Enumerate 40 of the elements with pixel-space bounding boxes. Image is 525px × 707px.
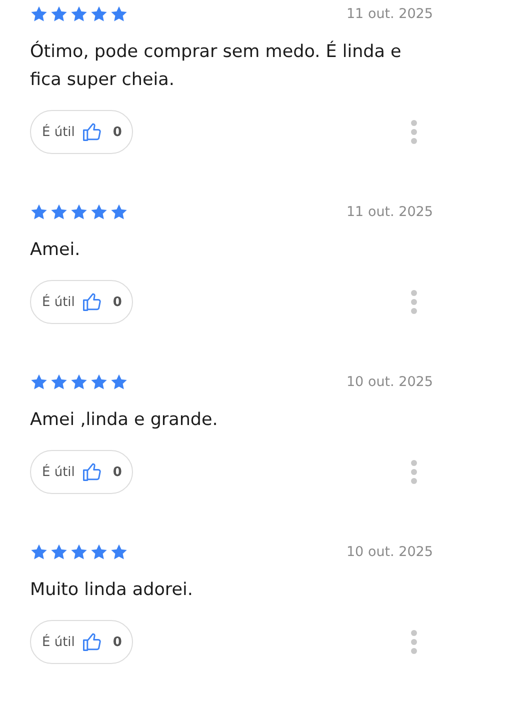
review-date: 10 out. 2025 <box>346 544 433 560</box>
star-icon <box>90 5 108 23</box>
star-icon <box>30 543 48 561</box>
thumbs-up-icon <box>80 121 103 143</box>
thumbs-up-icon <box>80 631 103 653</box>
star-icon <box>70 203 88 221</box>
star-icon <box>110 543 128 561</box>
review-text: Amei ,linda e grande. <box>30 409 219 432</box>
star-icon <box>70 543 88 561</box>
star-icon <box>70 373 88 391</box>
star-icon <box>30 373 48 391</box>
star-icon <box>50 543 68 561</box>
more-options-icon[interactable] <box>411 290 417 314</box>
star-icon <box>90 203 108 221</box>
thumbs-up-icon <box>80 291 103 313</box>
star-icon <box>50 373 68 391</box>
review-date: 11 out. 2025 <box>346 204 433 220</box>
more-options-icon[interactable] <box>411 120 417 144</box>
star-icon <box>70 5 88 23</box>
star-icon <box>110 5 128 23</box>
more-options-icon[interactable] <box>411 630 417 654</box>
review-date: 11 out. 2025 <box>346 6 433 22</box>
more-options-icon[interactable] <box>411 460 417 484</box>
helpful-button[interactable]: É útil 0 <box>30 280 133 324</box>
review-date: 10 out. 2025 <box>346 374 433 390</box>
star-icon <box>110 373 128 391</box>
star-icon <box>50 203 68 221</box>
star-icon <box>30 203 48 221</box>
review-text: Muito linda adorei. <box>30 579 194 602</box>
star-icon <box>110 203 128 221</box>
star-icon <box>30 5 48 23</box>
star-icon <box>90 543 108 561</box>
helpful-button[interactable]: É útil 0 <box>30 110 133 154</box>
helpful-button[interactable]: É útil 0 <box>30 450 133 494</box>
star-icon <box>50 5 68 23</box>
star-icon <box>90 373 108 391</box>
helpful-button[interactable]: É útil 0 <box>30 620 133 664</box>
thumbs-up-icon <box>80 461 103 483</box>
review-text: Amei. <box>30 239 82 262</box>
review-text: Ótimo, pode comprar sem medo. É linda e fica super cheia. <box>30 40 402 92</box>
